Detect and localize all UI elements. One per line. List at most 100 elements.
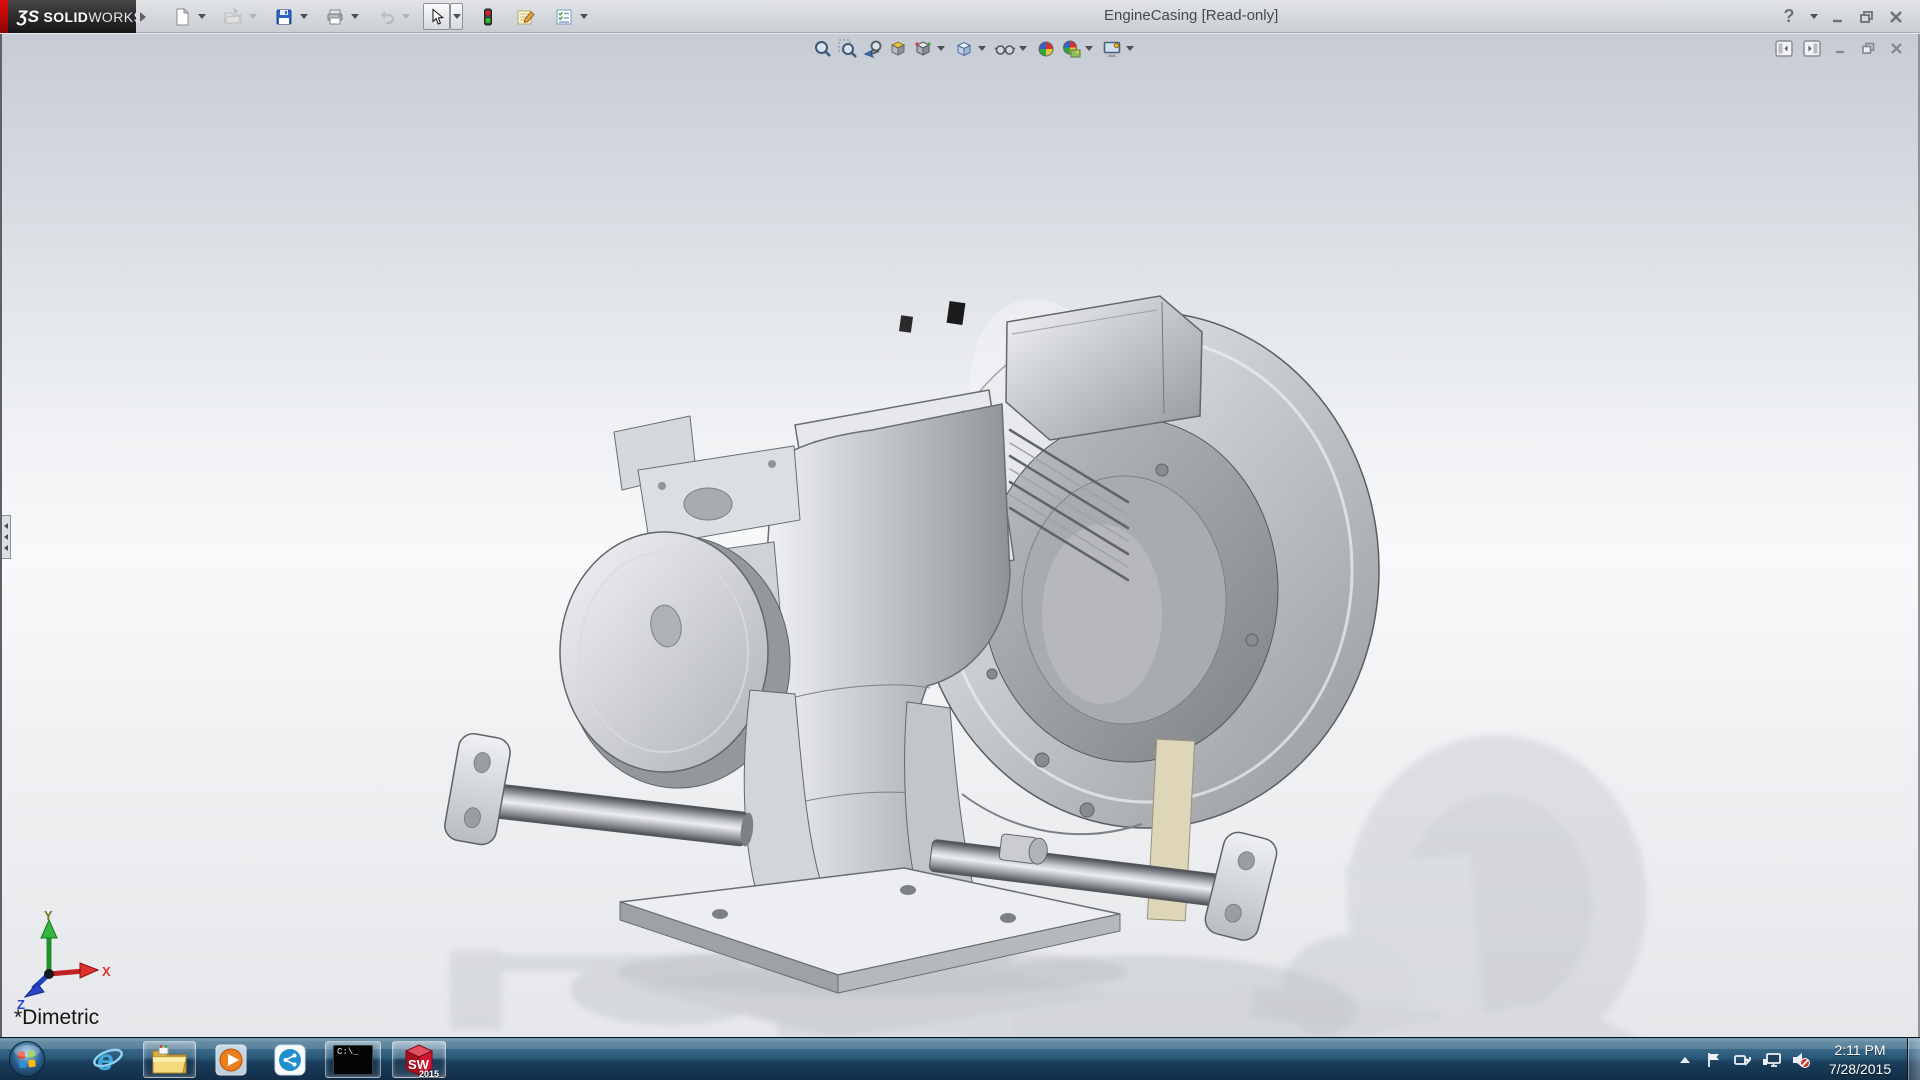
title-bar: ƷS SOLIDWORKS — [0, 0, 1920, 33]
windows-explorer-button[interactable] — [143, 1041, 196, 1078]
cmd-prompt-text: C:\_ — [337, 1047, 359, 1057]
eyeglasses-icon — [994, 39, 1016, 59]
left-arrow-icon — [4, 523, 8, 529]
right-shaft-flange — [1202, 829, 1280, 943]
hide-show-items-button[interactable] — [992, 36, 1017, 61]
save-floppy-icon — [275, 8, 293, 26]
help-icon: ? — [1784, 6, 1795, 27]
scene-ball-icon — [1061, 39, 1081, 59]
start-button[interactable] — [8, 1040, 46, 1078]
power-tray-button[interactable] — [1733, 1050, 1753, 1070]
taskbar-clock[interactable]: 2:11 PM 7/28/2015 — [1820, 1041, 1900, 1077]
zoom-to-fit-button[interactable] — [810, 36, 835, 61]
print-button[interactable] — [321, 3, 348, 30]
note-pencil-icon — [516, 8, 535, 26]
left-arrow-icon — [4, 534, 8, 540]
select-tool-button[interactable] — [423, 3, 450, 30]
apply-scene-button[interactable] — [1058, 36, 1083, 61]
previous-view-button[interactable] — [860, 36, 885, 61]
save-button[interactable] — [270, 3, 297, 30]
show-desktop-button[interactable] — [1907, 1038, 1920, 1080]
left-arrow-icon — [4, 545, 8, 551]
doc-close-icon — [1889, 41, 1904, 56]
taskbar-apps: e — [84, 1040, 446, 1079]
clock-date: 7/28/2015 — [1820, 1060, 1900, 1078]
minimize-icon — [1830, 9, 1846, 25]
command-prompt-button[interactable]: C:\_ — [325, 1041, 381, 1078]
traffic-light-icon — [479, 8, 497, 26]
zoom-to-area-icon — [838, 39, 858, 59]
clock-time: 2:11 PM — [1820, 1041, 1900, 1059]
graphics-viewport[interactable]: Y X Z *Dimetric — [0, 34, 1920, 1037]
right-arrow-icon — [140, 12, 146, 22]
print-icon — [326, 8, 344, 26]
close-button[interactable] — [1885, 6, 1907, 28]
apply-scene-dropdown[interactable] — [1083, 36, 1095, 61]
help-dropdown[interactable] — [1807, 3, 1820, 30]
close-icon — [1888, 9, 1904, 25]
collapse-left-pane-button[interactable] — [1774, 39, 1794, 57]
collapse-right-pane-icon — [1803, 40, 1821, 57]
view-orientation-button[interactable] — [910, 36, 935, 61]
brand-bold: SOLID — [44, 9, 89, 25]
open-dropdown[interactable] — [246, 3, 259, 30]
network-tray-button[interactable] — [1762, 1050, 1782, 1070]
view-settings-button[interactable] — [1099, 36, 1124, 61]
minimize-button[interactable] — [1827, 6, 1849, 28]
folder-icon — [151, 1044, 188, 1075]
options-dropdown[interactable] — [577, 3, 590, 30]
show-hidden-icons-button[interactable] — [1675, 1050, 1695, 1070]
feature-manager-collapsed-tab[interactable] — [2, 515, 11, 559]
solidworks-logo: ƷS SOLIDWORKS — [8, 0, 136, 33]
print-dropdown[interactable] — [348, 3, 361, 30]
note-properties-button[interactable] — [512, 3, 539, 30]
doc-minimize-button[interactable] — [1830, 39, 1850, 57]
open-folder-icon — [224, 8, 242, 26]
new-document-button[interactable] — [168, 3, 195, 30]
display-style-dropdown[interactable] — [976, 36, 988, 61]
triad-y-label: Y — [44, 910, 53, 923]
new-document-dropdown[interactable] — [195, 3, 208, 30]
undo-button[interactable] — [372, 3, 399, 30]
restore-icon — [1859, 9, 1875, 25]
view-settings-dropdown[interactable] — [1124, 36, 1136, 61]
solidworks-2015-icon: SW 2015 — [400, 1042, 438, 1078]
network-app-button[interactable] — [266, 1041, 314, 1078]
new-document-icon — [173, 8, 191, 26]
reference-triad[interactable]: Y X Z — [16, 910, 126, 1014]
left-shaft-flange — [442, 731, 512, 846]
volume-muted-button[interactable] — [1791, 1050, 1811, 1070]
window-title: EngineCasing [Read-only] — [1104, 7, 1278, 24]
menu-expand-arrow[interactable] — [136, 0, 150, 33]
appearance-ball-icon — [1036, 39, 1056, 59]
collapse-left-pane-icon — [1775, 40, 1793, 57]
action-center-button[interactable] — [1704, 1050, 1724, 1070]
collapse-right-pane-button[interactable] — [1802, 39, 1822, 57]
section-view-button[interactable] — [885, 36, 910, 61]
previous-view-icon — [863, 39, 883, 59]
hide-show-dropdown[interactable] — [1017, 36, 1029, 61]
solidworks-taskbar-button[interactable]: SW 2015 — [392, 1041, 446, 1078]
select-tool-dropdown[interactable] — [450, 3, 463, 30]
zoom-to-area-button[interactable] — [835, 36, 860, 61]
media-player-button[interactable] — [207, 1041, 255, 1078]
traffic-light-button[interactable] — [474, 3, 501, 30]
chevron-up-icon — [1678, 1053, 1692, 1067]
display-style-button[interactable] — [951, 36, 976, 61]
open-button[interactable] — [219, 3, 246, 30]
options-checklist-button[interactable] — [550, 3, 577, 30]
restore-button[interactable] — [1856, 6, 1878, 28]
view-orientation-dropdown[interactable] — [935, 36, 947, 61]
engine-casing-model[interactable] — [2, 34, 1920, 1037]
monitor-icon — [1102, 39, 1122, 59]
save-dropdown[interactable] — [297, 3, 310, 30]
windows-start-icon — [8, 1040, 46, 1078]
help-button[interactable]: ? — [1778, 6, 1800, 28]
undo-dropdown[interactable] — [399, 3, 412, 30]
edit-appearance-button[interactable] — [1033, 36, 1058, 61]
network-app-icon — [273, 1043, 307, 1077]
internet-explorer-button[interactable]: e — [84, 1041, 132, 1078]
doc-restore-button[interactable] — [1858, 39, 1878, 57]
doc-close-button[interactable] — [1886, 39, 1906, 57]
zoom-to-fit-icon — [813, 39, 833, 59]
